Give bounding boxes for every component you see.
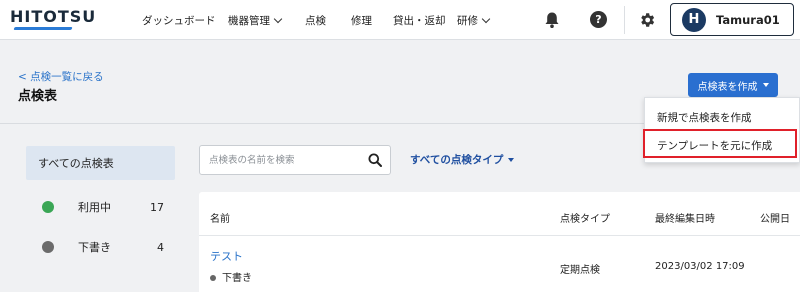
nav-dashboard[interactable]: ダッシュボード [142, 0, 228, 40]
main-nav: ダッシュボード 機器管理 点検 修理 貸出・返却 研修 [142, 0, 491, 40]
caret-down-icon [508, 157, 515, 162]
row-type: 定期点検 [560, 265, 600, 276]
sidebar-item-count: 17 [150, 200, 164, 214]
status-dot-gray [210, 275, 216, 281]
highlight-box [643, 129, 797, 158]
search-input[interactable] [200, 146, 360, 174]
user-menu-button[interactable]: H Tamura01 [670, 3, 794, 36]
sidebar-item-draft[interactable]: 下書き 4 [42, 237, 172, 257]
search-icon[interactable] [368, 153, 382, 167]
page-title: 点検表 [18, 89, 58, 104]
header-divider [624, 6, 625, 34]
avatar: H [682, 7, 706, 32]
logo-text: HITOTSU [10, 7, 97, 26]
nav-training[interactable]: 研修 [457, 0, 491, 40]
nav-inspection-label: 点検 [305, 14, 326, 27]
status-dot-gray [42, 241, 54, 253]
top-header: HITOTSU ダッシュボード 機器管理 点検 修理 貸出・返却 研修 ? H … [0, 0, 800, 40]
nav-lending[interactable]: 貸出・返却 [393, 0, 457, 40]
filter-label: すべての点検タイプ [410, 154, 504, 166]
help-icon[interactable]: ? [590, 11, 607, 28]
search-box [199, 145, 391, 175]
inspection-type-filter[interactable]: すべての点検タイプ [410, 152, 515, 167]
table-header-divider [199, 235, 800, 236]
row-status: 下書き [210, 269, 252, 284]
gear-icon[interactable] [638, 11, 656, 29]
create-checklist-button[interactable]: 点検表を作成 [688, 73, 778, 97]
sidebar-item-count: 4 [157, 240, 164, 254]
status-dot-green [42, 201, 54, 213]
nav-training-label: 研修 [457, 14, 478, 27]
nav-repair-label: 修理 [351, 14, 372, 27]
back-to-inspection-list-link[interactable]: < 点検一覧に戻る [18, 69, 104, 84]
user-name: Tamura01 [716, 12, 780, 27]
row-edited: 2023/03/02 17:09 [655, 261, 745, 272]
sidebar-item-in-use[interactable]: 利用中 17 [42, 197, 172, 217]
nav-lending-label: 貸出・返却 [393, 14, 446, 27]
sidebar-item-all[interactable]: すべての点検表 [26, 146, 175, 180]
column-header-name[interactable]: 名前 [210, 210, 230, 225]
bell-icon[interactable] [544, 11, 560, 29]
chevron-down-icon [481, 14, 491, 23]
sidebar-item-label: 下書き [78, 241, 111, 254]
logo-underline [13, 27, 73, 30]
column-header-type[interactable]: 点検タイプ [560, 210, 610, 225]
nav-inspection[interactable]: 点検 [305, 0, 351, 40]
nav-equipment[interactable]: 機器管理 [228, 0, 305, 40]
hitotsu-logo[interactable]: HITOTSU [10, 7, 96, 30]
chevron-down-icon [273, 14, 283, 23]
checklist-name-link[interactable]: テスト [210, 248, 243, 264]
sidebar-item-label: 利用中 [78, 201, 111, 214]
column-header-edited[interactable]: 最終編集日時 [655, 210, 715, 225]
caret-down-icon [762, 83, 769, 87]
create-checklist-label: 点検表を作成 [697, 81, 758, 93]
nav-repair[interactable]: 修理 [351, 0, 393, 40]
nav-dashboard-label: ダッシュボード [142, 14, 216, 27]
menu-item-create-new[interactable]: 新規で点検表を作成 [657, 110, 752, 125]
column-header-published[interactable]: 公開日 [760, 210, 790, 225]
nav-equipment-label: 機器管理 [228, 14, 270, 27]
row-status-label: 下書き [222, 273, 252, 284]
checklist-table: 名前 点検タイプ 最終編集日時 公開日 テスト 下書き 定期点検 2023/03… [199, 192, 800, 292]
